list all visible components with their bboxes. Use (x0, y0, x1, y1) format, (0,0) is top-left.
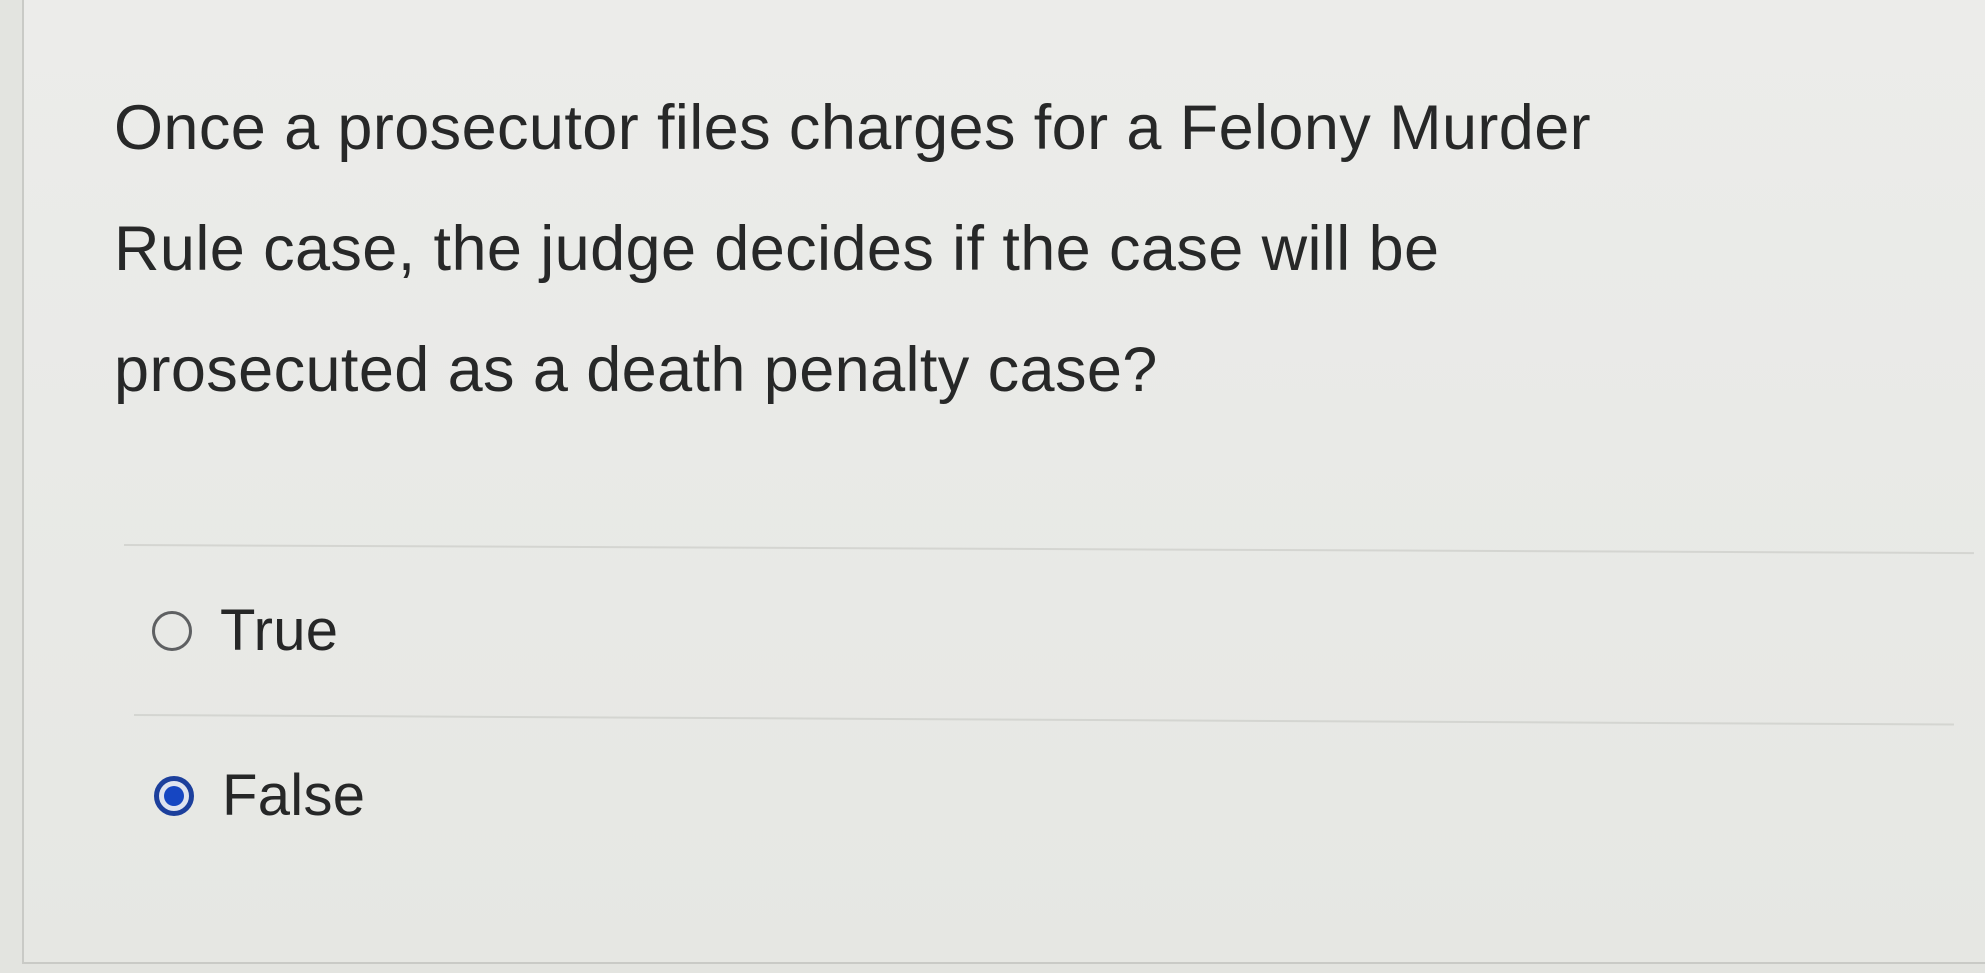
answer-label-false[interactable]: False (222, 761, 365, 831)
question-line-3: prosecuted as a death penalty case? (114, 335, 1158, 405)
question-card: Once a prosecutor files charges for a Fe… (22, 0, 1985, 964)
question-line-2: Rule case, the judge decides if the case… (114, 214, 1440, 284)
question-text: Once a prosecutor files charges for a Fe… (114, 68, 1934, 431)
answers-top-divider (123, 544, 1974, 555)
answers-divider (133, 714, 1954, 726)
radio-checked-icon[interactable] (154, 776, 194, 816)
question-line-1: Once a prosecutor files charges for a Fe… (114, 93, 1592, 163)
answer-option-false[interactable]: False (154, 761, 365, 831)
radio-unchecked-icon[interactable] (152, 611, 192, 651)
answer-option-true[interactable]: True (152, 596, 338, 666)
answer-label-true[interactable]: True (220, 596, 338, 666)
radio-selected-dot (164, 786, 184, 806)
